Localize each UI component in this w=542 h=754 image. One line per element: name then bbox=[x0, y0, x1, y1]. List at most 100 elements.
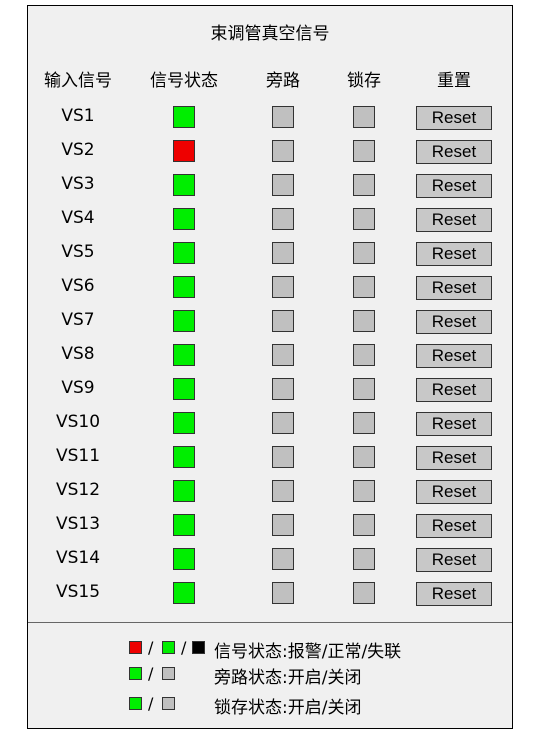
table-row: VS8 Reset bbox=[28, 338, 512, 372]
bypass-toggle[interactable] bbox=[272, 276, 294, 298]
signal-status-indicator bbox=[173, 378, 195, 400]
reset-button[interactable]: Reset bbox=[416, 582, 492, 606]
signal-name: VS8 bbox=[61, 344, 95, 364]
legend-slash: / bbox=[181, 638, 187, 657]
bypass-toggle[interactable] bbox=[272, 582, 294, 604]
bypass-toggle[interactable] bbox=[272, 548, 294, 570]
lock-toggle[interactable] bbox=[353, 242, 375, 264]
lock-toggle[interactable] bbox=[353, 106, 375, 128]
signal-name: VS10 bbox=[55, 412, 101, 432]
bypass-toggle[interactable] bbox=[272, 208, 294, 230]
header-bypass: 旁路 bbox=[266, 71, 300, 91]
vacuum-signal-panel: 束调管真空信号 输入信号 信号状态 旁路 锁存 重置 VS1 Reset VS2 Re… bbox=[27, 5, 513, 729]
bypass-toggle[interactable] bbox=[272, 310, 294, 332]
legend-normal-swatch bbox=[162, 641, 175, 654]
table-row: VS15 Reset bbox=[28, 576, 512, 610]
legend-off-swatch bbox=[162, 667, 175, 680]
reset-button[interactable]: Reset bbox=[416, 310, 492, 334]
header-reset: 重置 bbox=[437, 71, 471, 91]
legend-off-swatch bbox=[162, 697, 175, 710]
lock-toggle[interactable] bbox=[353, 276, 375, 298]
lock-toggle[interactable] bbox=[353, 582, 375, 604]
lock-toggle[interactable] bbox=[353, 208, 375, 230]
header-signal-status: 信号状态 bbox=[150, 71, 218, 91]
table-row: VS10 Reset bbox=[28, 406, 512, 440]
lock-toggle[interactable] bbox=[353, 378, 375, 400]
legend-status-row: / / 信号状态:报警/正常/失联 bbox=[28, 637, 512, 662]
legend-on-swatch bbox=[129, 697, 142, 710]
lock-toggle[interactable] bbox=[353, 412, 375, 434]
table-row: VS9 Reset bbox=[28, 372, 512, 406]
lock-toggle[interactable] bbox=[353, 310, 375, 332]
signal-name: VS1 bbox=[61, 106, 95, 126]
signal-name: VS12 bbox=[55, 480, 101, 500]
reset-button[interactable]: Reset bbox=[416, 242, 492, 266]
reset-button[interactable]: Reset bbox=[416, 208, 492, 232]
signal-name: VS7 bbox=[61, 310, 95, 330]
signal-status-indicator bbox=[173, 446, 195, 468]
table-row: VS14 Reset bbox=[28, 542, 512, 576]
reset-button[interactable]: Reset bbox=[416, 548, 492, 572]
bypass-toggle[interactable] bbox=[272, 140, 294, 162]
table-row: VS12 Reset bbox=[28, 474, 512, 508]
signal-name: VS13 bbox=[55, 514, 101, 534]
signal-status-indicator bbox=[173, 106, 195, 128]
reset-button[interactable]: Reset bbox=[416, 446, 492, 470]
header-lock: 锁存 bbox=[347, 71, 381, 91]
table-row: VS5 Reset bbox=[28, 236, 512, 270]
legend-bypass-text: 旁路状态:开启/关闭 bbox=[214, 668, 362, 688]
lock-toggle[interactable] bbox=[353, 174, 375, 196]
legend-on-swatch bbox=[129, 667, 142, 680]
table-row: VS3 Reset bbox=[28, 168, 512, 202]
reset-button[interactable]: Reset bbox=[416, 480, 492, 504]
signal-name: VS2 bbox=[61, 140, 95, 160]
reset-button[interactable]: Reset bbox=[416, 276, 492, 300]
lock-toggle[interactable] bbox=[353, 548, 375, 570]
signal-status-indicator bbox=[173, 412, 195, 434]
reset-button[interactable]: Reset bbox=[416, 378, 492, 402]
bypass-toggle[interactable] bbox=[272, 446, 294, 468]
table-row: VS11 Reset bbox=[28, 440, 512, 474]
signal-status-indicator bbox=[173, 548, 195, 570]
signal-name: VS9 bbox=[61, 378, 95, 398]
table-row: VS4 Reset bbox=[28, 202, 512, 236]
lock-toggle[interactable] bbox=[353, 480, 375, 502]
signal-name: VS11 bbox=[55, 446, 101, 466]
panel-title: 束调管真空信号 bbox=[210, 24, 330, 44]
signal-status-indicator bbox=[173, 208, 195, 230]
lock-toggle[interactable] bbox=[353, 514, 375, 536]
table-row: VS13 Reset bbox=[28, 508, 512, 542]
reset-button[interactable]: Reset bbox=[416, 412, 492, 436]
bypass-toggle[interactable] bbox=[272, 174, 294, 196]
lock-toggle[interactable] bbox=[353, 344, 375, 366]
signal-name: VS3 bbox=[61, 174, 95, 194]
legend-divider bbox=[28, 622, 512, 623]
bypass-toggle[interactable] bbox=[272, 106, 294, 128]
bypass-toggle[interactable] bbox=[272, 514, 294, 536]
lock-toggle[interactable] bbox=[353, 446, 375, 468]
reset-button[interactable]: Reset bbox=[416, 514, 492, 538]
bypass-toggle[interactable] bbox=[272, 412, 294, 434]
reset-button[interactable]: Reset bbox=[416, 174, 492, 198]
signal-status-indicator bbox=[173, 582, 195, 604]
bypass-toggle[interactable] bbox=[272, 480, 294, 502]
legend-lost-swatch bbox=[192, 641, 205, 654]
signal-status-indicator bbox=[173, 276, 195, 298]
reset-button[interactable]: Reset bbox=[416, 106, 492, 130]
reset-button[interactable]: Reset bbox=[416, 140, 492, 164]
signal-name: VS15 bbox=[55, 582, 101, 602]
legend-slash: / bbox=[148, 638, 154, 657]
signal-name: VS5 bbox=[61, 242, 95, 262]
reset-button[interactable]: Reset bbox=[416, 344, 492, 368]
bypass-toggle[interactable] bbox=[272, 242, 294, 264]
bypass-toggle[interactable] bbox=[272, 378, 294, 400]
legend-slash: / bbox=[148, 664, 154, 683]
signal-status-indicator bbox=[173, 480, 195, 502]
legend-slash: / bbox=[148, 694, 154, 713]
legend-lock-text: 锁存状态:开启/关闭 bbox=[214, 698, 362, 718]
bypass-toggle[interactable] bbox=[272, 344, 294, 366]
lock-toggle[interactable] bbox=[353, 140, 375, 162]
table-row: VS2 Reset bbox=[28, 134, 512, 168]
table-row: VS1 Reset bbox=[28, 100, 512, 134]
legend-lock-row: / 锁存状态:开启/关闭 bbox=[28, 693, 512, 718]
